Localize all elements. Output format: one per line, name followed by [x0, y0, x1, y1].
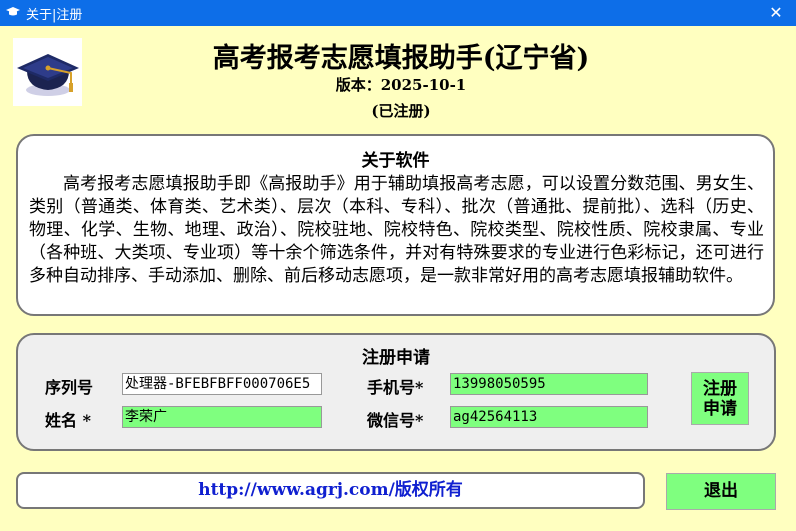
title-bar: 关于|注册 ✕ [0, 0, 796, 26]
about-description: 高考报考志愿填报助手即《高报助手》用于辅助填报高考志愿，可以设置分数范围、男女生… [29, 174, 764, 286]
graduation-cap-logo-icon [13, 38, 82, 106]
registration-status: (已注册) [371, 102, 431, 120]
window-title: 关于|注册 [26, 8, 83, 23]
phone-field[interactable]: 13998050595 [450, 373, 648, 395]
serial-field[interactable]: 处理器-BFEBFBFF000706E5 [122, 373, 322, 395]
website-link[interactable]: http://www.agrj.com/版权所有 [16, 472, 645, 509]
app-title: 高考报考志愿填报助手(辽宁省) [212, 43, 590, 74]
registration-panel: 注册申请 序列号 处理器-BFEBFBFF000706E5 姓名 * 李荣广 手… [16, 333, 776, 451]
name-label: 姓名 * [45, 411, 91, 430]
register-button[interactable]: 注册 申请 [691, 372, 749, 425]
close-button[interactable]: ✕ [756, 0, 796, 26]
dialog-body: 高考报考志愿填报助手(辽宁省) 版本：2025-10-1 (已注册) 关于软件 … [1, 26, 795, 530]
about-panel: 关于软件 高考报考志愿填报助手即《高报助手》用于辅助填报高考志愿，可以设置分数范… [16, 134, 775, 316]
register-button-label-line2: 申请 [703, 399, 737, 419]
phone-label: 手机号* [367, 378, 424, 397]
version-text: 版本：2025-10-1 [335, 76, 467, 94]
about-heading: 关于软件 [361, 151, 430, 171]
graduation-cap-icon [6, 7, 20, 16]
wechat-field[interactable]: ag42564113 [450, 406, 648, 428]
exit-button[interactable]: 退出 [666, 473, 776, 510]
serial-label: 序列号 [45, 378, 94, 397]
register-button-label-line1: 注册 [703, 379, 737, 399]
wechat-label: 微信号* [367, 411, 424, 430]
registration-heading: 注册申请 [362, 348, 430, 368]
name-field[interactable]: 李荣广 [122, 406, 322, 428]
